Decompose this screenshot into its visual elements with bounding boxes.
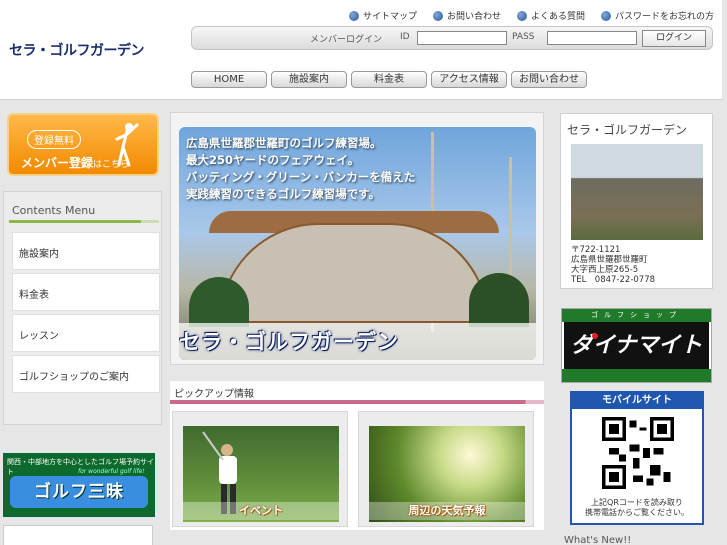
top-links: サイトマップ お問い合わせ よくある質問 パスワードをお忘れの方 (348, 9, 714, 22)
dynamite-logo: ダイナマイト (564, 322, 709, 369)
circle-arrow-icon (432, 10, 443, 21)
facility-photo (571, 144, 703, 240)
contents-menu: Contents Menu 施設案内 料金表 レッスン ゴルフショップのご案内 (3, 191, 162, 425)
forgot-password-link[interactable]: パスワードをお忘れの方 (600, 9, 714, 22)
login-button[interactable]: ログイン (642, 30, 706, 47)
pickup-card-event[interactable]: イベント (172, 411, 348, 527)
tab-prices[interactable]: 料金表 (351, 71, 427, 88)
login-bar: メンバーログイン ID PASS ログイン (191, 26, 713, 50)
tab-contact[interactable]: お問い合わせ (511, 71, 587, 88)
circle-arrow-icon (516, 10, 527, 21)
mobile-site-title: モバイルサイト (572, 393, 702, 409)
pickup-card-weather[interactable]: 周辺の天気予報 (358, 411, 534, 527)
main-nav: HOME 施設案内 料金表 アクセス情報 お問い合わせ (191, 71, 587, 88)
whats-new-title: What's New!! (564, 535, 632, 545)
member-login-label: メンバーログイン (310, 35, 383, 45)
menu-item-prices[interactable]: 料金表 (12, 273, 160, 311)
tab-access[interactable]: アクセス情報 (431, 71, 507, 88)
pickup-title: ピックアップ情報 (174, 389, 254, 400)
pickup-card-weather-label: 周辺の天気予報 (369, 502, 525, 520)
password-input[interactable] (547, 31, 637, 45)
circle-arrow-icon (348, 10, 359, 21)
golf-shop-banner[interactable]: ゴルフショップ ダイナマイト (561, 308, 712, 383)
menu-item-lessons[interactable]: レッスン (12, 314, 160, 352)
menu-item-facilities[interactable]: 施設案内 (12, 232, 160, 270)
left-bottom-banner[interactable] (3, 525, 153, 545)
golf-sanmai-banner[interactable]: 関西・中部地方を中心としたゴルフ場予約サイト for wonderful gol… (3, 453, 155, 517)
pickup-section: ピックアップ情報 イベント 周辺の天気予報 (170, 381, 544, 530)
hero-panel: 広島県世羅郡世羅町のゴルフ練習場。 最大250ヤードのフェアウェイ。 バッティン… (170, 112, 544, 365)
clubhouse-illustration (219, 223, 489, 323)
golfer-silhouette-icon (115, 123, 139, 167)
circle-arrow-icon (600, 10, 611, 21)
hero-facility-name: セラ・ゴルフガーデン (179, 330, 399, 354)
tab-home[interactable]: HOME (191, 71, 267, 88)
contact-link[interactable]: お問い合わせ (432, 9, 501, 22)
free-badge: 登録無料 (27, 130, 81, 149)
tab-facilities[interactable]: 施設案内 (271, 71, 347, 88)
id-label: ID (400, 32, 410, 42)
faq-link[interactable]: よくある質問 (516, 9, 585, 22)
pickup-card-event-label: イベント (183, 502, 339, 520)
site-logo[interactable]: セラ・ゴルフガーデン (9, 40, 145, 60)
divider (170, 400, 544, 404)
member-register-banner[interactable]: 登録無料 メンバー登録はこちら (7, 113, 159, 176)
id-input[interactable] (417, 31, 507, 45)
divider (9, 220, 159, 223)
golf-sanmai-logo: ゴルフ三昧 (10, 476, 148, 508)
mobile-site-box: モバイルサイト 上記QRコードを読み取り 携帯電話からご覧ください。 (570, 391, 704, 525)
right-column: セラ・ゴルフガーデン 〒722-1121 広島県世羅郡世羅町 大字西上原265-… (552, 101, 722, 545)
facility-info-box: セラ・ゴルフガーデン 〒722-1121 広島県世羅郡世羅町 大字西上原265-… (560, 113, 713, 289)
facility-name: セラ・ゴルフガーデン (567, 123, 688, 137)
menu-item-golf-shop[interactable]: ゴルフショップのご案内 (12, 355, 160, 393)
hero-image: 広島県世羅郡世羅町のゴルフ練習場。 最大250ヤードのフェアウェイ。 バッティン… (179, 127, 536, 360)
pass-label: PASS (512, 32, 535, 42)
hero-copy: 広島県世羅郡世羅町のゴルフ練習場。 最大250ヤードのフェアウェイ。 バッティン… (186, 136, 416, 201)
contents-menu-title: Contents Menu (12, 204, 96, 217)
left-column: 登録無料 メンバー登録はこちら Contents Menu 施設案内 料金表 レ… (0, 101, 165, 545)
qr-code-icon (602, 417, 674, 489)
sitemap-link[interactable]: サイトマップ (348, 9, 417, 22)
facility-address: 〒722-1121 広島県世羅郡世羅町 大字西上原265-5 TEL 0847-… (571, 245, 656, 285)
mobile-site-note: 上記QRコードを読み取り 携帯電話からご覧ください。 (585, 498, 689, 517)
site-header: セラ・ゴルフガーデン サイトマップ お問い合わせ よくある質問 パスワードをお忘… (0, 0, 722, 100)
